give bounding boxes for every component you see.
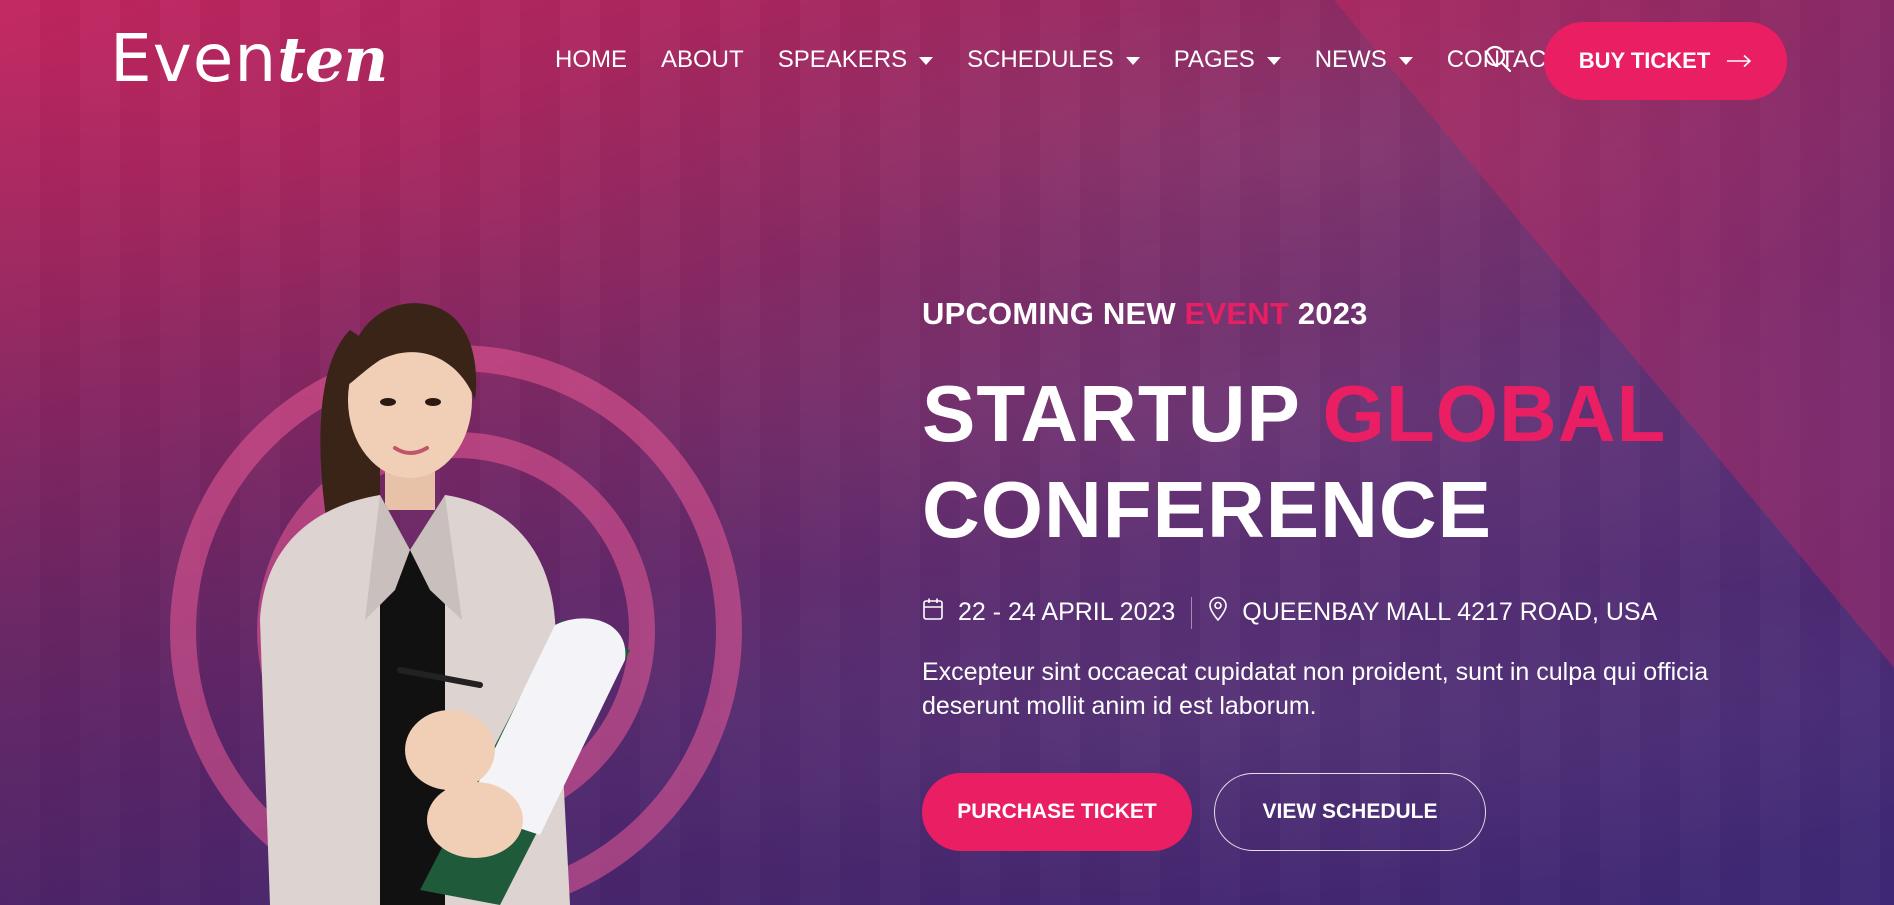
view-schedule-button[interactable]: VIEW SCHEDULE (1214, 773, 1486, 851)
caret-down-icon (1125, 57, 1140, 65)
logo-text-script: ten (277, 22, 388, 96)
site-logo[interactable]: Even ten (110, 20, 440, 97)
hero-section: Even ten HOME ABOUT SPEAKERS SCHEDULES PA… (0, 0, 1894, 905)
nav-item-about[interactable]: ABOUT (661, 46, 744, 74)
arrow-right-icon (1726, 48, 1752, 74)
purchase-ticket-button[interactable]: PURCHASE TICKET (922, 773, 1192, 851)
hero-content: UPCOMING NEW EVENT 2023 STARTUP GLOBAL C… (922, 296, 1822, 851)
buy-ticket-button[interactable]: BUY TICKET (1544, 22, 1787, 100)
headline-plain: STARTUP (922, 369, 1300, 458)
headline-accent: GLOBAL (1322, 369, 1667, 458)
purchase-ticket-label: PURCHASE TICKET (957, 800, 1157, 823)
main-nav: HOME ABOUT SPEAKERS SCHEDULES PAGES NEWS (555, 46, 1595, 74)
nav-item-label: HOME (555, 46, 627, 73)
nav-item-label: ABOUT (661, 46, 744, 73)
search-icon[interactable] (1483, 44, 1513, 74)
caret-down-icon (919, 57, 934, 65)
hero-description: Excepteur sint occaecat cupidatat non pr… (922, 658, 1709, 720)
subtitle-prefix: UPCOMING NEW (922, 296, 1176, 331)
logo-text-plain: Even (110, 19, 278, 97)
nav-item-schedules[interactable]: SCHEDULES (967, 46, 1140, 74)
event-location: QUEENBAY MALL 4217 ROAD, USA (1242, 598, 1658, 626)
nav-item-label: PAGES (1173, 46, 1255, 73)
headline-line-1: STARTUP GLOBAL (922, 366, 1822, 462)
subtitle-accent: EVENT (1184, 296, 1290, 331)
event-date: 22 - 24 APRIL 2023 (958, 598, 1176, 626)
nav-item-label: SCHEDULES (967, 46, 1114, 73)
caret-down-icon (1266, 57, 1281, 65)
nav-item-speakers[interactable]: SPEAKERS (777, 46, 934, 74)
subtitle-suffix: 2023 (1297, 296, 1368, 331)
location-pin-icon (1208, 596, 1242, 629)
meta-divider (1191, 596, 1193, 629)
headline-line-2: CONFERENCE (922, 465, 1493, 554)
calendar-icon (922, 597, 958, 628)
hero-headline: STARTUP GLOBAL CONFERENCE (922, 366, 1822, 558)
nav-item-home[interactable]: HOME (555, 46, 627, 74)
speaker-photo (260, 303, 630, 905)
nav-item-pages[interactable]: PAGES (1174, 46, 1281, 74)
view-schedule-label: VIEW SCHEDULE (1262, 800, 1438, 823)
buy-ticket-label: BUY TICKET (1578, 48, 1711, 73)
caret-down-icon (1398, 57, 1413, 65)
nav-item-label: NEWS (1314, 46, 1387, 73)
nav-item-label: SPEAKERS (777, 46, 908, 73)
nav-item-news[interactable]: NEWS (1315, 46, 1413, 74)
hero-actions: PURCHASE TICKET VIEW SCHEDULE (922, 773, 1822, 851)
hero-subtitle: UPCOMING NEW EVENT 2023 (922, 296, 1822, 332)
event-meta: 22 - 24 APRIL 2023 QUEENBAY MALL 4217 RO… (922, 596, 1822, 629)
